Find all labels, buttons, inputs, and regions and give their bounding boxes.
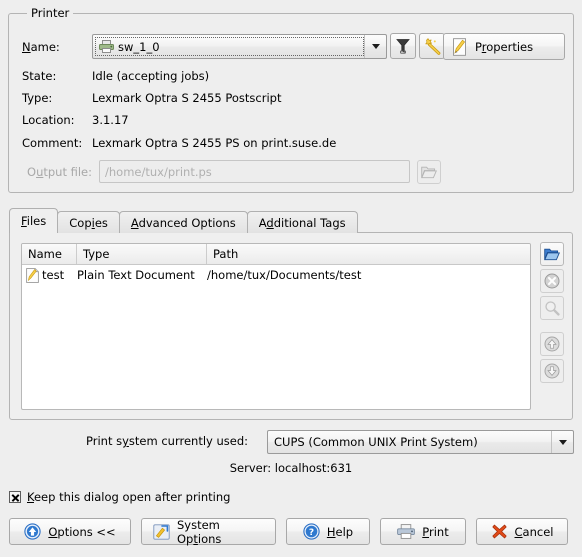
- funnel-icon: [396, 38, 410, 54]
- printer-name-combo-arrow[interactable]: [364, 35, 386, 58]
- arrow-up-circle-blue-icon: [24, 523, 41, 540]
- printer-comment-value: Lexmark Optra S 2455 PS on print.suse.de: [92, 136, 337, 150]
- tab-copies[interactable]: Copies: [57, 211, 120, 233]
- help-button[interactable]: ? Help: [286, 518, 370, 545]
- cancel-button[interactable]: Cancel: [476, 518, 568, 545]
- printer-name-value: sw_1_0: [118, 39, 160, 54]
- tab-copies-label: Copies: [69, 215, 108, 230]
- tab-bar[interactable]: Files Copies Advanced Options Additional…: [9, 208, 358, 233]
- remove-file-button[interactable]: [540, 269, 564, 293]
- printer-wizard-button[interactable]: [419, 33, 445, 59]
- output-file-input[interactable]: /home/tux/print.ps: [99, 160, 410, 183]
- chevron-down-icon: [558, 439, 567, 445]
- tab-files[interactable]: Files: [9, 208, 59, 233]
- file-type-cell: Plain Text Document: [77, 268, 195, 282]
- file-list-header: Name Type Path: [22, 244, 530, 265]
- system-options-button[interactable]: System Options: [141, 517, 276, 546]
- file-path-cell: /home/tux/Documents/test: [207, 268, 362, 282]
- keep-dialog-open-checkbox[interactable]: Keep this dialog open after printing: [9, 490, 230, 504]
- file-list-toolbar: [540, 242, 564, 386]
- files-tab-panel: Name Type Path test Plain Text Document …: [9, 232, 573, 420]
- print-system-value: CUPS (Common UNIX Print System): [274, 435, 478, 449]
- printer-state-label: State:: [22, 69, 57, 83]
- output-file-label: Output file:: [27, 165, 93, 179]
- checkbox-indicator[interactable]: [9, 491, 21, 503]
- print-server-line: Server: localhost:631: [229, 461, 353, 475]
- printer-icon: [99, 40, 114, 53]
- open-folder-icon: [421, 165, 437, 179]
- move-down-button[interactable]: [540, 359, 564, 383]
- print-button[interactable]: Print: [380, 518, 466, 545]
- printer-icon: [397, 524, 416, 539]
- printer-state-value: Idle (accepting jobs): [92, 69, 210, 83]
- file-name-cell: test: [26, 267, 77, 283]
- keep-dialog-open-label: Keep this dialog open after printing: [27, 490, 231, 504]
- output-file-browse-button[interactable]: [417, 160, 441, 184]
- tab-files-label: Files: [21, 214, 47, 228]
- print-system-combo-arrow[interactable]: [551, 431, 573, 453]
- help-circle-icon: ?: [303, 523, 320, 540]
- print-system-label: Print system currently used:: [86, 434, 249, 448]
- add-file-button[interactable]: [540, 242, 564, 266]
- file-name-text: test: [42, 268, 65, 282]
- preview-file-button[interactable]: [540, 296, 564, 320]
- text-document-icon: [26, 267, 39, 283]
- help-button-label: Help: [326, 524, 354, 539]
- cancel-button-label: Cancel: [514, 524, 554, 539]
- properties-button-label: Properties: [475, 39, 534, 54]
- open-folder-icon: [544, 247, 560, 261]
- tab-advanced-options-label: Advanced Options: [130, 215, 236, 230]
- system-options-icon: [153, 523, 170, 540]
- table-row[interactable]: test Plain Text Document /home/tux/Docum…: [22, 265, 530, 285]
- printer-groupbox-title: Printer: [27, 6, 74, 20]
- options-button[interactable]: Options <<: [9, 518, 131, 545]
- arrow-down-circle-icon: [544, 363, 560, 379]
- printer-name-combo[interactable]: sw_1_0: [92, 34, 387, 59]
- magnifier-icon: [544, 300, 560, 316]
- move-up-button[interactable]: [540, 332, 564, 356]
- properties-button[interactable]: Properties: [443, 33, 565, 60]
- tab-additional-tags[interactable]: Additional Tags: [246, 211, 358, 233]
- system-options-button-label: System Options: [177, 517, 222, 546]
- dialog-button-bar: Options << System Options ? Help Print C…: [9, 517, 568, 546]
- file-list[interactable]: Name Type Path test Plain Text Document …: [21, 243, 531, 410]
- properties-pencil-icon: [451, 37, 468, 56]
- cancel-x-icon: [491, 523, 508, 540]
- printer-filter-button[interactable]: [390, 33, 416, 59]
- column-header-path[interactable]: Path: [207, 244, 530, 264]
- printer-type-value: Lexmark Optra S 2455 Postscript: [92, 91, 282, 105]
- magic-wand-icon: [424, 37, 441, 55]
- column-header-name[interactable]: Name: [22, 244, 77, 264]
- chevron-down-icon: [371, 44, 380, 49]
- tab-advanced-options[interactable]: Advanced Options: [118, 211, 248, 233]
- svg-text:?: ?: [309, 528, 314, 538]
- printer-location-label: Location:: [22, 113, 75, 127]
- tab-additional-tags-label: Additional Tags: [258, 215, 346, 230]
- print-button-label: Print: [422, 524, 449, 539]
- printer-name-label: Name:: [22, 40, 60, 54]
- print-system-combo[interactable]: CUPS (Common UNIX Print System): [267, 430, 574, 454]
- arrow-up-circle-icon: [544, 336, 560, 352]
- printer-type-label: Type:: [22, 91, 53, 105]
- printer-comment-label: Comment:: [22, 136, 83, 150]
- options-button-label: Options <<: [48, 524, 116, 539]
- remove-circle-icon: [544, 273, 560, 289]
- output-file-placeholder: /home/tux/print.ps: [105, 164, 212, 179]
- printer-location-value: 3.1.17: [92, 113, 129, 127]
- column-header-type[interactable]: Type: [77, 244, 207, 264]
